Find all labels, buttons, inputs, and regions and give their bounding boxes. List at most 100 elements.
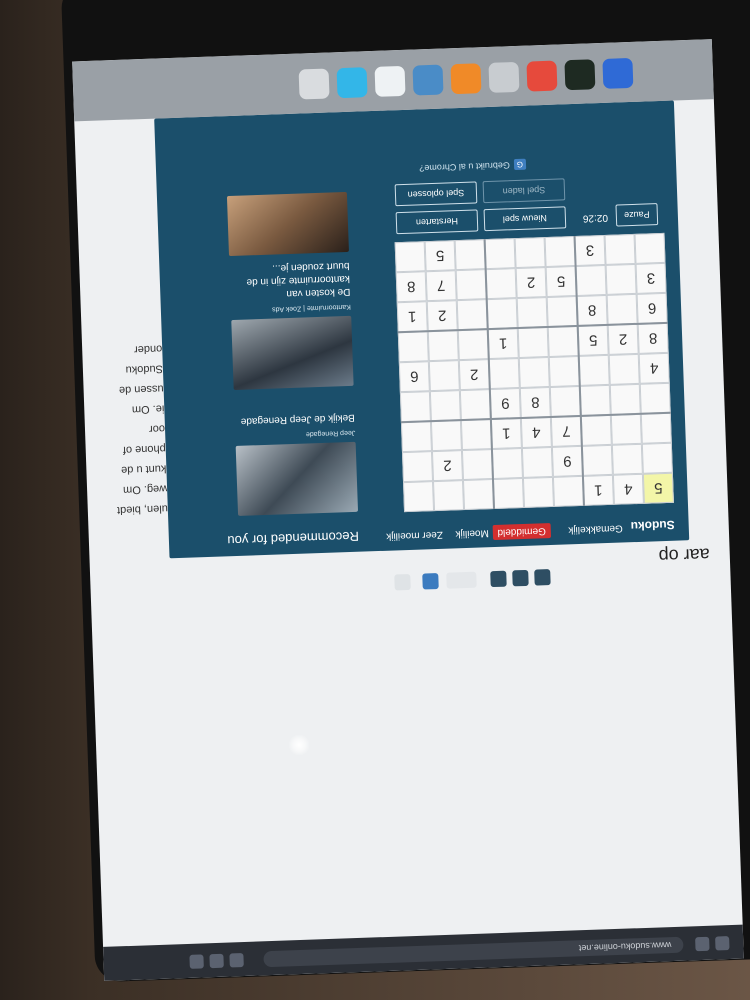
- sudoku-cell[interactable]: [609, 383, 641, 415]
- like-icon[interactable]: [422, 572, 439, 590]
- sudoku-cell[interactable]: [581, 444, 613, 476]
- sudoku-cell[interactable]: [518, 356, 550, 389]
- sudoku-cell[interactable]: 1: [487, 328, 519, 360]
- sudoku-cell[interactable]: [608, 353, 640, 385]
- sudoku-cell[interactable]: [547, 325, 579, 357]
- sudoku-cell[interactable]: 6: [398, 361, 430, 393]
- sudoku-cell[interactable]: 2: [426, 300, 458, 332]
- sudoku-cell[interactable]: 8: [576, 294, 608, 326]
- solve-button[interactable]: Spel oplossen: [394, 181, 478, 207]
- sudoku-cell[interactable]: 5: [424, 240, 456, 272]
- sudoku-cell[interactable]: [517, 327, 549, 359]
- sudoku-cell[interactable]: [400, 421, 432, 453]
- sudoku-cell[interactable]: [491, 447, 523, 480]
- sudoku-cell[interactable]: [456, 299, 488, 331]
- sudoku-cell[interactable]: [488, 358, 520, 390]
- app-icon[interactable]: [488, 61, 520, 93]
- sudoku-cell[interactable]: [460, 419, 492, 451]
- sudoku-cell[interactable]: [462, 479, 495, 511]
- app-icon[interactable]: [374, 65, 406, 97]
- sudoku-cell[interactable]: [634, 232, 666, 264]
- sudoku-cell[interactable]: [641, 442, 673, 474]
- sudoku-cell[interactable]: [522, 476, 554, 508]
- sudoku-cell[interactable]: [640, 412, 672, 444]
- sudoku-cell[interactable]: 7: [425, 270, 457, 302]
- sudoku-cell[interactable]: 5: [545, 266, 577, 298]
- rec-text[interactable]: De kosten van kantoorruimte zijn in de b…: [229, 259, 350, 302]
- extension-icon[interactable]: [229, 953, 244, 968]
- sudoku-cell[interactable]: [521, 446, 553, 478]
- sudoku-cell[interactable]: [397, 331, 429, 363]
- sudoku-cell[interactable]: [485, 268, 517, 300]
- sudoku-cell[interactable]: [427, 330, 459, 362]
- sudoku-cell[interactable]: [429, 390, 461, 422]
- forward-icon[interactable]: [695, 936, 710, 952]
- sudoku-cell[interactable]: 2: [431, 450, 463, 482]
- rec-text[interactable]: Bekijk de Jeep Renegade: [235, 411, 355, 428]
- sudoku-cell[interactable]: [605, 263, 637, 295]
- sudoku-cell[interactable]: 4: [520, 416, 552, 448]
- app-icon[interactable]: [602, 57, 634, 89]
- sudoku-cell[interactable]: [399, 391, 431, 423]
- pause-button[interactable]: Pauze: [615, 203, 659, 227]
- tab-very-hard[interactable]: Zeer moeilijk: [386, 529, 443, 542]
- app-icon[interactable]: [526, 60, 558, 92]
- back-icon[interactable]: [715, 936, 730, 951]
- sudoku-cell[interactable]: [552, 475, 584, 507]
- sudoku-cell[interactable]: [455, 269, 487, 301]
- sudoku-cell[interactable]: 8: [637, 322, 669, 354]
- sudoku-cell[interactable]: 1: [490, 418, 522, 450]
- sudoku-cell[interactable]: [579, 384, 611, 416]
- sudoku-cell[interactable]: 7: [550, 415, 582, 447]
- sudoku-cell[interactable]: 3: [574, 234, 606, 267]
- restart-button[interactable]: Herstarten: [395, 209, 479, 235]
- sudoku-cell[interactable]: [639, 382, 671, 414]
- app-icon[interactable]: [450, 63, 482, 95]
- app-icon[interactable]: [412, 64, 444, 96]
- sudoku-cell[interactable]: 4: [638, 352, 670, 384]
- sudoku-cell[interactable]: 2: [607, 323, 639, 355]
- app-icon[interactable]: [298, 68, 330, 100]
- sudoku-cell[interactable]: [580, 414, 612, 446]
- jeep-image[interactable]: [235, 441, 359, 516]
- sudoku-cell[interactable]: [394, 241, 426, 273]
- sudoku-cell[interactable]: [604, 233, 636, 265]
- sudoku-cell[interactable]: 8: [519, 386, 551, 419]
- sudoku-cell[interactable]: [430, 420, 462, 452]
- sudoku-cell[interactable]: 1: [582, 474, 614, 506]
- sudoku-cell[interactable]: 2: [515, 267, 547, 299]
- settings-icon[interactable]: [394, 573, 411, 591]
- sudoku-cell[interactable]: [428, 360, 460, 392]
- sudoku-cell[interactable]: [401, 451, 434, 483]
- tab-medium[interactable]: Gemiddeld: [492, 523, 552, 541]
- sudoku-cell[interactable]: [549, 385, 581, 417]
- bookmark-icon[interactable]: [209, 953, 224, 969]
- sudoku-cell[interactable]: [514, 237, 546, 269]
- tab-hard[interactable]: Moeilijk: [455, 527, 489, 539]
- sudoku-cell[interactable]: [516, 297, 548, 329]
- sudoku-cell[interactable]: [403, 481, 435, 513]
- home-icon[interactable]: [534, 569, 551, 586]
- sudoku-cell[interactable]: [575, 264, 607, 296]
- sudoku-cell[interactable]: [492, 477, 524, 509]
- sudoku-cell[interactable]: 8: [395, 271, 427, 303]
- ad-image[interactable]: [226, 191, 349, 257]
- sudoku-cell[interactable]: 2: [458, 359, 490, 391]
- sudoku-cell[interactable]: [548, 355, 580, 387]
- sudoku-cell[interactable]: [433, 480, 465, 512]
- app-icon[interactable]: [336, 67, 368, 99]
- print-icon[interactable]: [512, 569, 529, 587]
- app-icon[interactable]: [564, 59, 596, 91]
- shield-icon[interactable]: [189, 954, 204, 969]
- sudoku-cell[interactable]: [457, 329, 489, 361]
- new-game-button[interactable]: Nieuw spel: [483, 206, 567, 232]
- sudoku-cell[interactable]: 5: [642, 472, 674, 504]
- sudoku-cell[interactable]: [459, 389, 491, 421]
- sudoku-cell[interactable]: [454, 239, 486, 271]
- sudoku-cell[interactable]: [546, 295, 578, 328]
- sudoku-cell[interactable]: [578, 354, 610, 386]
- sudoku-cell[interactable]: [606, 293, 638, 325]
- sudoku-cell[interactable]: 1: [396, 301, 428, 333]
- office-image[interactable]: [231, 315, 354, 391]
- sudoku-cell[interactable]: 9: [489, 388, 521, 420]
